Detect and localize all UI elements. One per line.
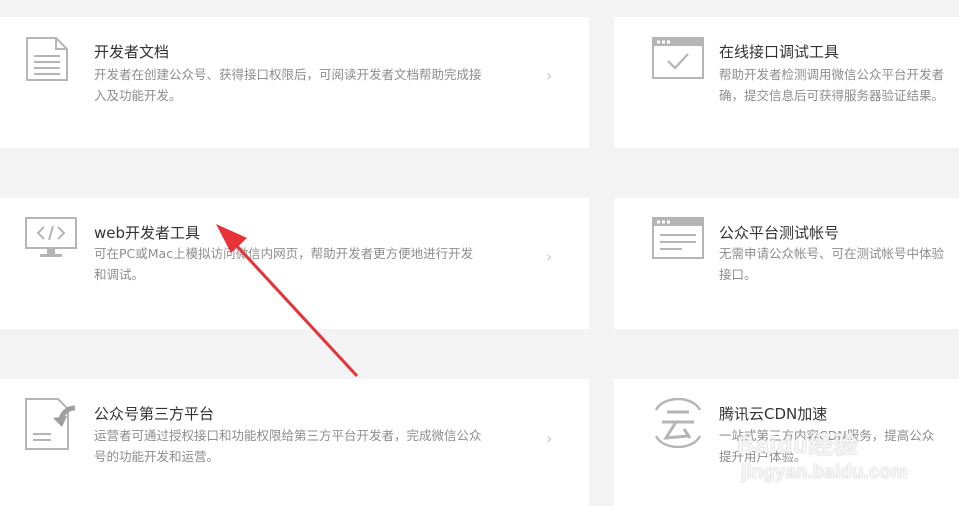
card-test-account[interactable]: 公众平台测试帐号 无需申请公众帐号、可在测试帐号中体验 接口。 <box>614 198 959 329</box>
card-description-line: 帮助开发者检测调用微信公众平台开发者 <box>719 67 945 82</box>
card-third-party-platform[interactable]: 公众号第三方平台 运营者可通过授权接口和功能权限给第三方平台开发者，完成微信公众… <box>0 379 589 506</box>
card-description-line: 开发者在创建公众号、获得接口权限后，可阅读开发者文档帮助完成接 <box>94 67 482 82</box>
card-description: 无需申请公众帐号、可在测试帐号中体验 接口。 <box>719 243 959 285</box>
chevron-right-icon: › <box>546 247 553 266</box>
card-description: 帮助开发者检测调用微信公众平台开发者 确，提交信息后可获得服务器验证结果。 <box>719 64 959 106</box>
chevron-right-icon: › <box>546 429 553 448</box>
card-description: 运营者可通过授权接口和功能权限给第三方平台开发者，完成微信公众 号的功能开发和运… <box>94 425 544 467</box>
card-web-devtools[interactable]: web开发者工具 可在PC或Mac上模拟访问微信内网页，帮助开发者更方便地进行开… <box>0 198 589 329</box>
card-description-line: 运营者可通过授权接口和功能权限给第三方平台开发者，完成微信公众 <box>94 428 482 443</box>
debug-check-icon <box>652 37 704 79</box>
card-title[interactable]: web开发者工具 <box>94 222 200 243</box>
card-description-line: 可在PC或Mac上模拟访问微信内网页，帮助开发者更方便地进行开发 <box>94 246 474 261</box>
watermark-url: jingyan.baidu.com <box>741 462 908 483</box>
watermark-title: Baidu经验 <box>737 432 859 459</box>
card-title[interactable]: 公众号第三方平台 <box>94 403 214 424</box>
card-description: 开发者在创建公众号、获得接口权限后，可阅读开发者文档帮助完成接 入及功能开发。 <box>94 64 544 106</box>
card-description-line: 入及功能开发。 <box>94 88 182 103</box>
card-title[interactable]: 在线接口调试工具 <box>719 41 839 62</box>
chevron-right-icon: › <box>546 66 553 85</box>
card-description-line: 接口。 <box>719 267 757 282</box>
card-developer-docs[interactable]: 开发者文档 开发者在创建公众号、获得接口权限后，可阅读开发者文档帮助完成接 入及… <box>0 17 589 148</box>
third-party-icon <box>25 398 76 450</box>
card-title[interactable]: 腾讯云CDN加速 <box>719 403 827 424</box>
cloud-yun-icon <box>654 398 702 448</box>
card-description: 可在PC或Mac上模拟访问微信内网页，帮助开发者更方便地进行开发 和调试。 <box>94 243 544 285</box>
baidu-jingyan-watermark: Baidu经验 jingyan.baidu.com <box>735 425 959 495</box>
test-account-icon <box>652 217 704 259</box>
card-title[interactable]: 开发者文档 <box>94 41 169 62</box>
document-icon <box>26 37 68 81</box>
card-description-line: 号的功能开发和运营。 <box>94 449 220 464</box>
card-description-line: 无需申请公众帐号、可在测试帐号中体验 <box>719 246 945 261</box>
card-description-line: 和调试。 <box>94 267 145 282</box>
card-title[interactable]: 公众平台测试帐号 <box>719 222 839 243</box>
monitor-code-icon <box>25 217 77 257</box>
card-description-line: 确，提交信息后可获得服务器验证结果。 <box>719 88 945 103</box>
card-online-api-debugger[interactable]: 在线接口调试工具 帮助开发者检测调用微信公众平台开发者 确，提交信息后可获得服务… <box>614 17 959 148</box>
